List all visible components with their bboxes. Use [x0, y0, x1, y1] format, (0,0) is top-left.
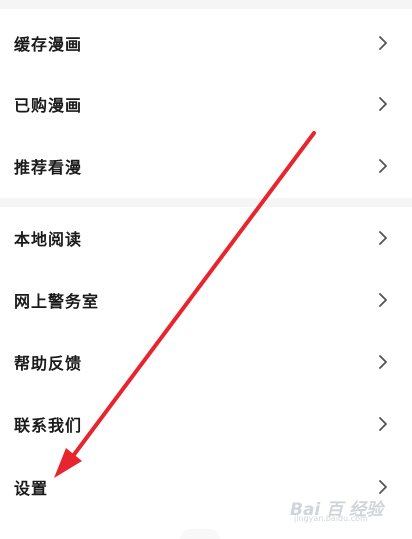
menu-item-online-police[interactable]: 网上警务室	[0, 269, 412, 331]
chevron-right-icon	[375, 416, 391, 432]
menu-item-local-reading[interactable]: 本地阅读	[0, 207, 412, 269]
chevron-right-icon	[375, 479, 391, 495]
settings-menu-screen: 缓存漫画 已购漫画 推荐看漫 本地阅读 网上警务室 帮助反馈 联系我们 设置 B…	[0, 0, 412, 539]
menu-item-recommended[interactable]: 推荐看漫	[0, 135, 412, 197]
menu-item-label: 已购漫画	[14, 96, 83, 115]
chevron-right-icon	[375, 230, 391, 246]
menu-item-label: 网上警务室	[14, 292, 100, 311]
bottom-handle	[180, 529, 220, 539]
menu-item-label: 推荐看漫	[14, 158, 83, 177]
chevron-right-icon	[375, 158, 391, 174]
menu-item-purchased-comics[interactable]: 已购漫画	[0, 73, 412, 135]
menu-item-contact-us[interactable]: 联系我们	[0, 393, 412, 455]
menu-item-cached-comics[interactable]: 缓存漫画	[0, 12, 412, 74]
baidu-jingyan-watermark: Bai 百 经验 jingyan.baidu.com	[290, 495, 402, 523]
section-divider	[0, 198, 412, 207]
top-divider	[0, 0, 412, 9]
chevron-right-icon	[375, 35, 391, 51]
menu-item-label: 设置	[14, 479, 49, 498]
menu-item-label: 缓存漫画	[14, 35, 83, 54]
menu-item-label: 帮助反馈	[14, 354, 83, 373]
watermark-url: jingyan.baidu.com	[294, 514, 368, 523]
chevron-right-icon	[375, 96, 391, 112]
chevron-right-icon	[375, 292, 391, 308]
menu-item-label: 联系我们	[14, 416, 83, 435]
chevron-right-icon	[375, 354, 391, 370]
menu-item-label: 本地阅读	[14, 230, 83, 249]
menu-item-help-feedback[interactable]: 帮助反馈	[0, 331, 412, 393]
